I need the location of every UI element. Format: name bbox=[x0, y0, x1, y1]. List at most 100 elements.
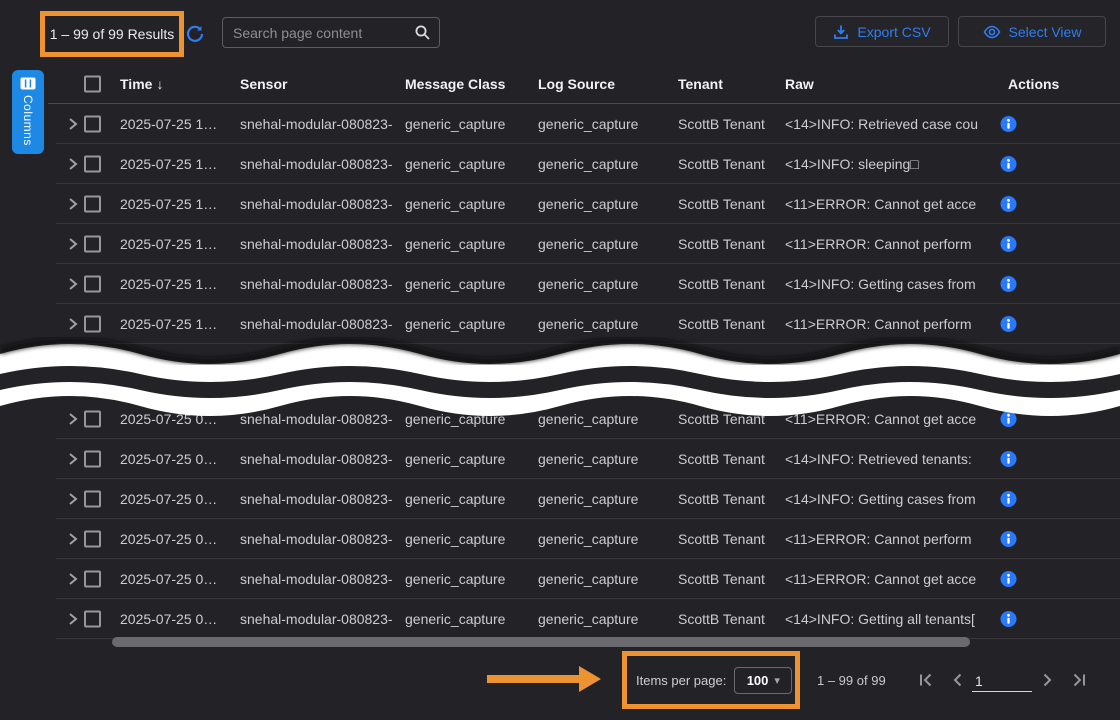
cell-log-source: generic_capture bbox=[538, 611, 638, 627]
cell-message-class: generic_capture bbox=[405, 316, 505, 332]
select-all-checkbox[interactable] bbox=[84, 76, 101, 93]
row-checkbox[interactable] bbox=[84, 196, 101, 213]
table-row[interactable]: 2025-07-25 1… snehal-modular-080823- gen… bbox=[0, 224, 1120, 264]
cell-sensor: snehal-modular-080823- bbox=[240, 411, 393, 427]
cell-tenant: ScottB Tenant bbox=[678, 196, 765, 212]
row-checkbox[interactable] bbox=[84, 316, 101, 333]
expand-chevron-icon[interactable] bbox=[66, 237, 80, 251]
table-row[interactable]: 2025-07-25 0… snehal-modular-080823- gen… bbox=[0, 399, 1120, 439]
info-icon[interactable] bbox=[1000, 236, 1017, 253]
cell-time: 2025-07-25 0… bbox=[120, 611, 217, 627]
expand-chevron-icon[interactable] bbox=[66, 572, 80, 586]
annotation-highlight-items-per-page: Items per page: 100 ▾ bbox=[622, 651, 800, 709]
export-csv-button[interactable]: Export CSV bbox=[815, 16, 949, 47]
cell-raw: <14>INFO: Retrieved case cou bbox=[785, 116, 978, 132]
chevron-down-icon: ▾ bbox=[774, 674, 780, 687]
cell-sensor: snehal-modular-080823- bbox=[240, 156, 393, 172]
info-icon[interactable] bbox=[1000, 451, 1017, 468]
table-row[interactable]: 2025-07-25 1… snehal-modular-080823- gen… bbox=[0, 184, 1120, 224]
cell-tenant: ScottB Tenant bbox=[678, 316, 765, 332]
column-header-log-source[interactable]: Log Source bbox=[538, 76, 615, 92]
row-checkbox[interactable] bbox=[84, 571, 101, 588]
expand-chevron-icon[interactable] bbox=[66, 492, 80, 506]
cell-sensor: snehal-modular-080823- bbox=[240, 116, 393, 132]
info-icon[interactable] bbox=[1000, 571, 1017, 588]
expand-chevron-icon[interactable] bbox=[66, 277, 80, 291]
column-header-raw[interactable]: Raw bbox=[785, 76, 814, 92]
info-icon[interactable] bbox=[1000, 491, 1017, 508]
eye-icon bbox=[983, 24, 1001, 40]
expand-chevron-icon[interactable] bbox=[66, 452, 80, 466]
cell-raw: <11>ERROR: Cannot get acce bbox=[785, 571, 976, 587]
expand-chevron-icon[interactable] bbox=[66, 412, 80, 426]
search-icon[interactable] bbox=[414, 24, 431, 41]
expand-chevron-icon[interactable] bbox=[66, 157, 80, 171]
info-icon[interactable] bbox=[1000, 156, 1017, 173]
cell-log-source: generic_capture bbox=[538, 411, 638, 427]
table-row[interactable]: 2025-07-25 0… snehal-modular-080823- gen… bbox=[0, 519, 1120, 559]
row-checkbox[interactable] bbox=[84, 491, 101, 508]
column-header-time[interactable]: Time↓ bbox=[120, 76, 163, 92]
info-icon[interactable] bbox=[1000, 316, 1017, 333]
next-page-button[interactable] bbox=[1038, 671, 1056, 689]
cell-raw: <11>ERROR: Cannot get acce bbox=[785, 196, 976, 212]
table-row[interactable]: 2025-07-25 1… snehal-modular-080823- gen… bbox=[0, 304, 1120, 344]
items-per-page-select[interactable]: 100 ▾ bbox=[734, 667, 792, 694]
pagination-range-label: 1 – 99 of 99 bbox=[817, 673, 886, 688]
info-icon[interactable] bbox=[1000, 116, 1017, 133]
expand-chevron-icon[interactable] bbox=[66, 612, 80, 626]
info-icon[interactable] bbox=[1000, 411, 1017, 428]
items-per-page-label: Items per page: bbox=[636, 673, 726, 688]
last-page-button[interactable] bbox=[1070, 671, 1088, 689]
previous-page-button[interactable] bbox=[949, 671, 967, 689]
row-checkbox[interactable] bbox=[84, 156, 101, 173]
first-page-button[interactable] bbox=[917, 671, 935, 689]
search-input[interactable] bbox=[233, 25, 414, 41]
cell-log-source: generic_capture bbox=[538, 236, 638, 252]
row-checkbox[interactable] bbox=[84, 116, 101, 133]
cell-log-source: generic_capture bbox=[538, 531, 638, 547]
cell-time: 2025-07-25 1… bbox=[120, 316, 217, 332]
table-row[interactable]: 2025-07-25 0… snehal-modular-080823- gen… bbox=[0, 439, 1120, 479]
cell-sensor: snehal-modular-080823- bbox=[240, 571, 393, 587]
row-checkbox[interactable] bbox=[84, 531, 101, 548]
column-header-tenant[interactable]: Tenant bbox=[678, 76, 723, 92]
row-checkbox[interactable] bbox=[84, 451, 101, 468]
row-checkbox[interactable] bbox=[84, 611, 101, 628]
cell-sensor: snehal-modular-080823- bbox=[240, 236, 393, 252]
expand-chevron-icon[interactable] bbox=[66, 197, 80, 211]
cell-raw: <11>ERROR: Cannot get acce bbox=[785, 411, 976, 427]
table-row[interactable]: 2025-07-25 0… snehal-modular-080823- gen… bbox=[0, 479, 1120, 519]
sort-desc-icon[interactable]: ↓ bbox=[156, 76, 163, 92]
cell-tenant: ScottB Tenant bbox=[678, 571, 765, 587]
page-number-input[interactable] bbox=[972, 670, 1032, 691]
cell-time: 2025-07-25 1… bbox=[120, 116, 217, 132]
row-checkbox[interactable] bbox=[84, 236, 101, 253]
table-row[interactable]: 2025-07-25 1… snehal-modular-080823- gen… bbox=[0, 144, 1120, 184]
refresh-button[interactable] bbox=[186, 25, 204, 43]
cell-sensor: snehal-modular-080823- bbox=[240, 611, 393, 627]
expand-chevron-icon[interactable] bbox=[66, 532, 80, 546]
column-header-sensor[interactable]: Sensor bbox=[240, 76, 287, 92]
info-icon[interactable] bbox=[1000, 276, 1017, 293]
info-icon[interactable] bbox=[1000, 531, 1017, 548]
info-icon[interactable] bbox=[1000, 611, 1017, 628]
cell-message-class: generic_capture bbox=[405, 451, 505, 467]
search-box[interactable] bbox=[222, 17, 440, 48]
table-row[interactable]: 2025-07-25 1… snehal-modular-080823- gen… bbox=[0, 264, 1120, 304]
info-icon[interactable] bbox=[1000, 196, 1017, 213]
select-view-button[interactable]: Select View bbox=[958, 16, 1106, 47]
row-checkbox[interactable] bbox=[84, 411, 101, 428]
column-header-message-class[interactable]: Message Class bbox=[405, 76, 505, 92]
table-row[interactable]: 2025-07-25 0… snehal-modular-080823- gen… bbox=[0, 599, 1120, 639]
annotation-arrow-head bbox=[579, 666, 601, 692]
expand-chevron-icon[interactable] bbox=[66, 117, 80, 131]
cell-message-class: generic_capture bbox=[405, 276, 505, 292]
cell-message-class: generic_capture bbox=[405, 491, 505, 507]
row-checkbox[interactable] bbox=[84, 276, 101, 293]
table-row[interactable]: 2025-07-25 1… snehal-modular-080823- gen… bbox=[0, 104, 1120, 144]
table-row[interactable]: 2025-07-25 0… snehal-modular-080823- gen… bbox=[0, 559, 1120, 599]
results-count: 1 – 99 of 99 Results bbox=[50, 26, 175, 42]
expand-chevron-icon[interactable] bbox=[66, 317, 80, 331]
horizontal-scrollbar[interactable] bbox=[112, 637, 970, 647]
